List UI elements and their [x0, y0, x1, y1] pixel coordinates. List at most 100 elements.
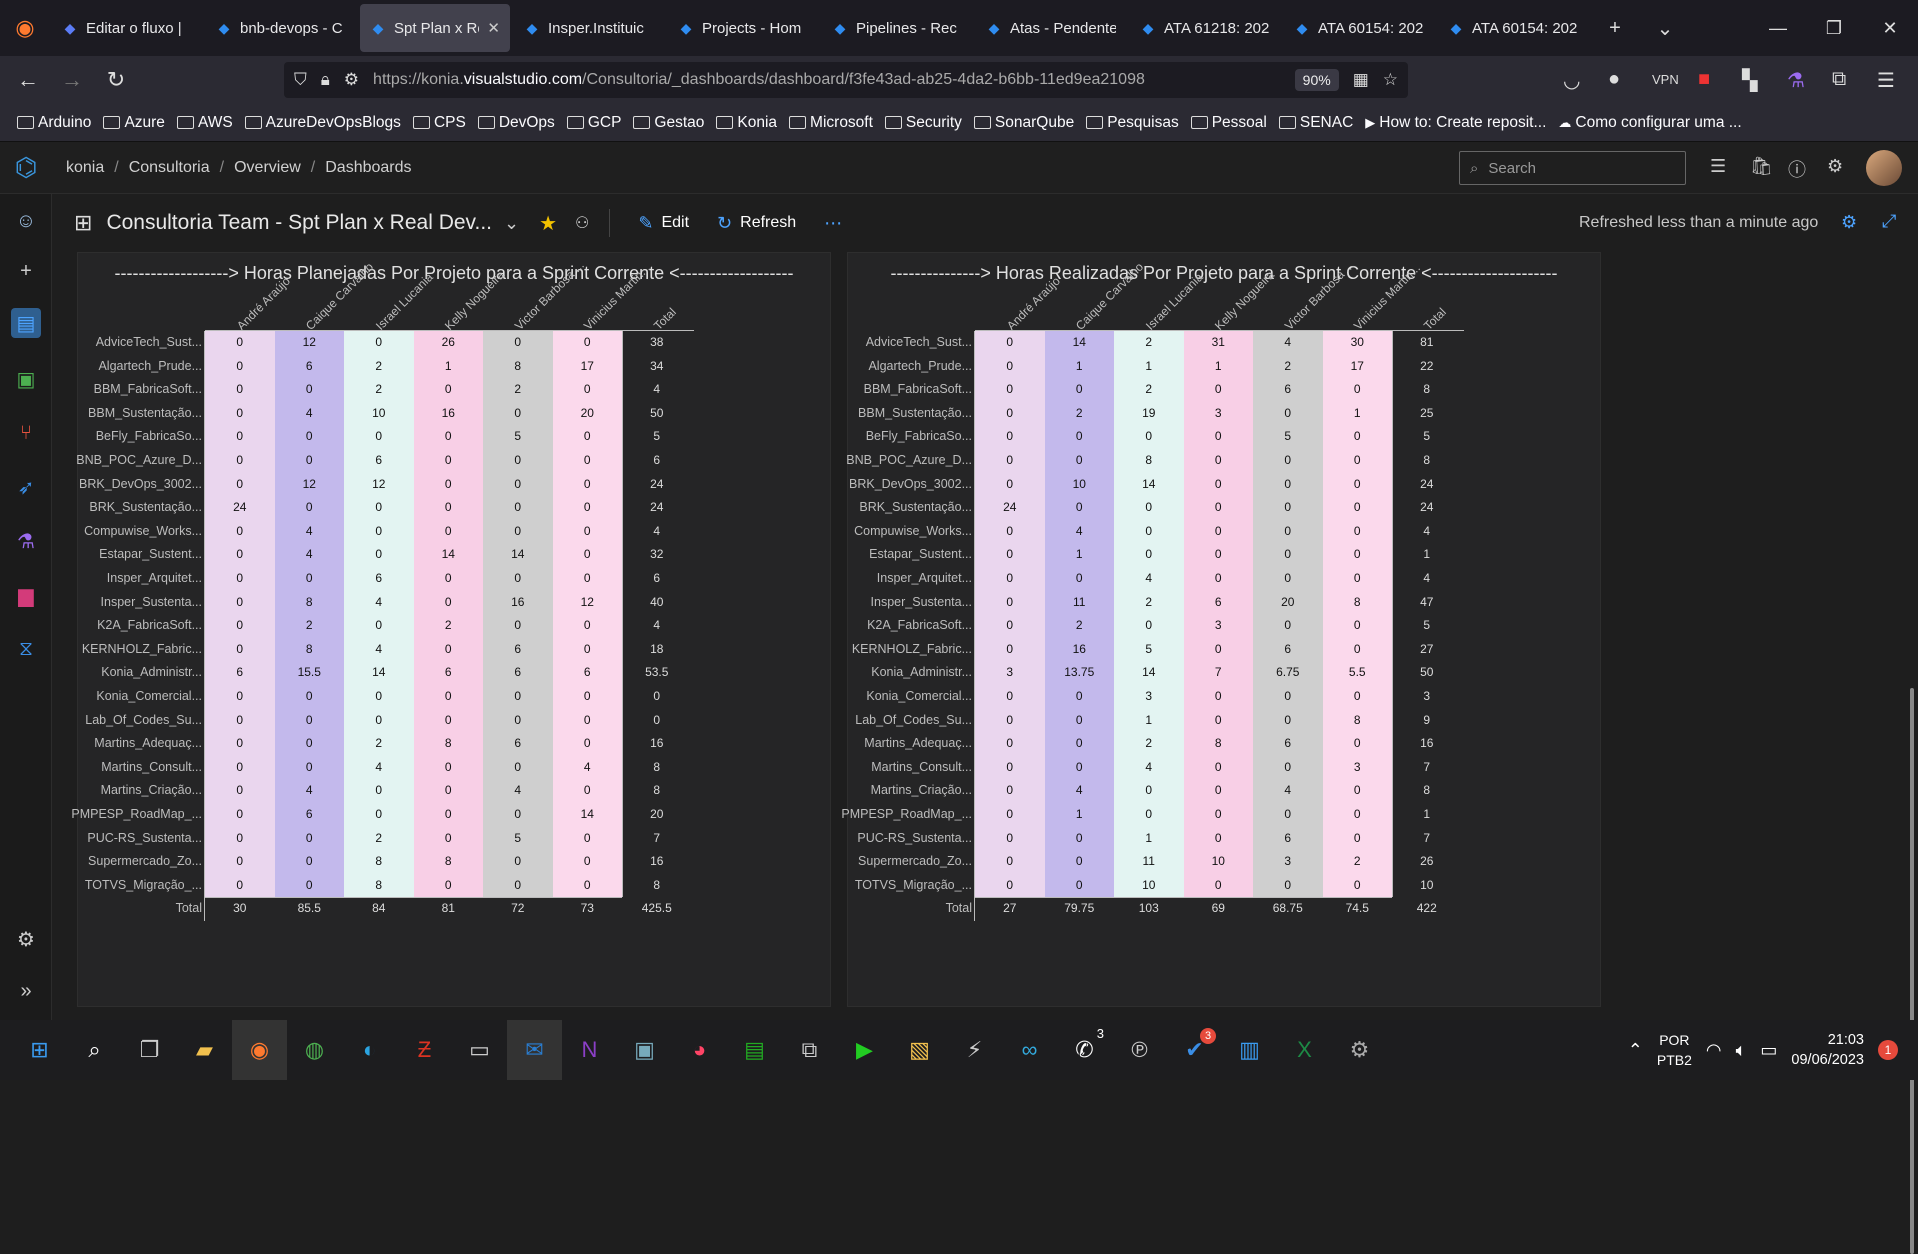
todo-icon[interactable]: ✔ 3 — [1167, 1020, 1222, 1080]
forward-icon[interactable]: → — [50, 67, 94, 93]
bookmark-item[interactable]: ☁ Como configurar uma ... — [1553, 114, 1746, 132]
tab-8[interactable]: ◆ ATA 60154: 202 — [1284, 4, 1434, 52]
p-app-icon[interactable]: ℗ — [1112, 1020, 1167, 1080]
arduino-icon[interactable]: ∞ — [1002, 1020, 1057, 1080]
bookmark-star-icon[interactable]: ☆ — [1383, 70, 1398, 90]
chrome-icon[interactable]: ◍ — [287, 1020, 342, 1080]
edge-icon[interactable]: ◐ — [342, 1020, 397, 1080]
bookmark-item[interactable]: Microsoft — [784, 114, 878, 132]
project-settings-icon[interactable]: ⚙ — [11, 924, 41, 954]
marketplace-icon[interactable]: 🛍︎ — [1750, 156, 1773, 177]
favorite-star-icon[interactable]: ★ — [539, 211, 557, 236]
edit-button[interactable]: ✎ Edit — [638, 213, 689, 234]
snipping-tool-icon[interactable]: ⧉ — [782, 1020, 837, 1080]
avatar[interactable] — [1866, 150, 1902, 186]
refresh-button[interactable]: ↻ Refresh — [717, 213, 796, 234]
bookmark-item[interactable]: ▶ How to: Create reposit... — [1360, 114, 1551, 132]
project-avatar-icon[interactable]: ☺ — [11, 206, 41, 236]
bookmark-item[interactable]: Pesquisas — [1081, 114, 1184, 132]
bookmark-item[interactable]: SonarQube — [969, 114, 1079, 132]
chat-app-icon[interactable]: ▤ — [727, 1020, 782, 1080]
new-tab-button[interactable]: + — [1590, 0, 1640, 56]
extension-hub-icon[interactable]: ⧖ — [11, 634, 41, 664]
chevron-down-icon[interactable]: ⌄ — [504, 213, 519, 234]
bookmark-item[interactable]: CPS — [408, 114, 471, 132]
permissions-icon[interactable]: ⚙︎ — [344, 70, 359, 90]
team-members-icon[interactable]: ⚇ — [575, 213, 589, 233]
bookmark-item[interactable]: Security — [880, 114, 967, 132]
vpn-icon[interactable]: VPN — [1652, 72, 1679, 87]
bookmark-item[interactable]: AWS — [172, 114, 238, 132]
tab-3[interactable]: ◆ Insper.Instituic — [514, 4, 664, 52]
settings-app-icon[interactable]: ⚙ — [1332, 1020, 1387, 1080]
add-icon[interactable]: + — [11, 256, 41, 286]
reload-icon[interactable]: ↻ — [94, 67, 138, 93]
firefox-icon[interactable]: ◉ — [0, 0, 50, 56]
lastpass-icon[interactable]: ■ — [1698, 68, 1710, 91]
windows-start-icon[interactable]: ⊞ — [12, 1020, 67, 1080]
tab-2[interactable]: ◆ Spt Plan x Re ✕ — [360, 4, 510, 52]
pipelines-icon[interactable]: ➶ — [11, 472, 41, 502]
bookmark-item[interactable]: Azure — [98, 114, 170, 132]
extensions-icon[interactable]: ⧉ — [1832, 68, 1846, 91]
onenote-icon[interactable]: N — [562, 1020, 617, 1080]
restore-icon[interactable]: ❐ — [1806, 0, 1862, 56]
minimize-icon[interactable]: — — [1750, 0, 1806, 56]
outlook-icon[interactable]: ✉ — [507, 1020, 562, 1080]
back-icon[interactable]: ← — [6, 67, 50, 93]
dashboard-settings-icon[interactable]: ⚙ — [1841, 212, 1857, 233]
file-explorer-icon[interactable]: ▰ — [177, 1020, 232, 1080]
wifi-icon[interactable]: ◠ — [1706, 1040, 1722, 1061]
tab-0[interactable]: ◆ Editar o fluxo | — [52, 4, 202, 52]
lock-icon[interactable]: 🔒︎ — [321, 70, 330, 90]
clock[interactable]: 21:03 09/06/2023 — [1791, 1030, 1864, 1070]
pocket-icon[interactable]: ◡ — [1563, 68, 1580, 93]
apps-extension-icon[interactable]: ▚ — [1742, 68, 1757, 93]
bookmark-item[interactable]: Gestao — [628, 114, 709, 132]
filezilla-icon[interactable]: Ƶ — [397, 1020, 452, 1080]
close-tab-icon[interactable]: ✕ — [487, 19, 500, 37]
repos-icon[interactable]: ⑂ — [11, 418, 41, 448]
user-settings-icon[interactable]: ⚙ — [1827, 156, 1843, 177]
bookmark-item[interactable]: Pessoal — [1186, 114, 1272, 132]
bookmark-item[interactable]: AzureDevOpsBlogs — [240, 114, 406, 132]
language-indicator[interactable]: POR PTB2 — [1657, 1030, 1692, 1070]
battery-icon[interactable]: ▭ — [1760, 1040, 1777, 1061]
boards-icon[interactable]: ▣ — [11, 364, 41, 394]
tab-4[interactable]: ◆ Projects - Hom — [668, 4, 818, 52]
overview-icon[interactable]: ▤ — [11, 308, 41, 338]
azure-devops-logo-icon[interactable]: ⌬ — [0, 152, 52, 183]
tab-5[interactable]: ◆ Pipelines - Rec — [822, 4, 972, 52]
task-list-icon[interactable]: ☰ — [1710, 156, 1726, 177]
volume-icon[interactable]: 🔈︎ — [1736, 1040, 1747, 1061]
bookmark-item[interactable]: Konia — [711, 114, 782, 132]
scrollbar[interactable] — [1910, 688, 1914, 1254]
more-actions-button[interactable]: ⋯ — [824, 213, 842, 234]
dashboard-title[interactable]: Consultoria Team - Spt Plan x Real Dev..… — [106, 211, 492, 235]
tab-1[interactable]: ◆ bnb-devops - C — [206, 4, 356, 52]
terminal-icon[interactable]: ▭ — [452, 1020, 507, 1080]
notepad-icon[interactable]: ▥ — [1222, 1020, 1277, 1080]
breadcrumb-organization[interactable]: konia — [56, 159, 114, 177]
bookmark-item[interactable]: SENAC — [1274, 114, 1358, 132]
search-icon[interactable]: ⌕ — [67, 1020, 122, 1080]
tab-6[interactable]: ◆ Atas - Pendente — [976, 4, 1126, 52]
breadcrumb-project[interactable]: Consultoria — [119, 159, 220, 177]
whatsapp-icon[interactable]: ✆ 3 — [1057, 1020, 1112, 1080]
task-view-icon[interactable]: ❐ — [122, 1020, 177, 1080]
zoom-level[interactable]: 90% — [1294, 69, 1339, 91]
excel-icon[interactable]: X — [1277, 1020, 1332, 1080]
bookmark-item[interactable]: Arduino — [12, 114, 96, 132]
profile-extension-icon[interactable]: ● — [1608, 68, 1620, 91]
tab-9[interactable]: ◆ ATA 60154: 202 — [1438, 4, 1588, 52]
console-icon[interactable]: ▶ — [837, 1020, 892, 1080]
url-bar[interactable]: ⛉ 🔒︎ ⚙︎ https://konia.visualstudio.com/C… — [284, 62, 1408, 98]
help-icon[interactable]: ⓘ — [1788, 156, 1806, 182]
artifacts-icon[interactable]: ▆ — [11, 580, 41, 610]
notification-badge[interactable]: 1 — [1878, 1040, 1898, 1060]
remote-desktop-icon[interactable]: ▣ — [617, 1020, 672, 1080]
folder-app-icon[interactable]: ▧ — [892, 1020, 947, 1080]
azure-data-studio-icon[interactable]: ⚡ — [947, 1020, 1002, 1080]
bookmark-item[interactable]: DevOps — [473, 114, 560, 132]
list-all-tabs-button[interactable]: ⌄ — [1640, 0, 1690, 56]
